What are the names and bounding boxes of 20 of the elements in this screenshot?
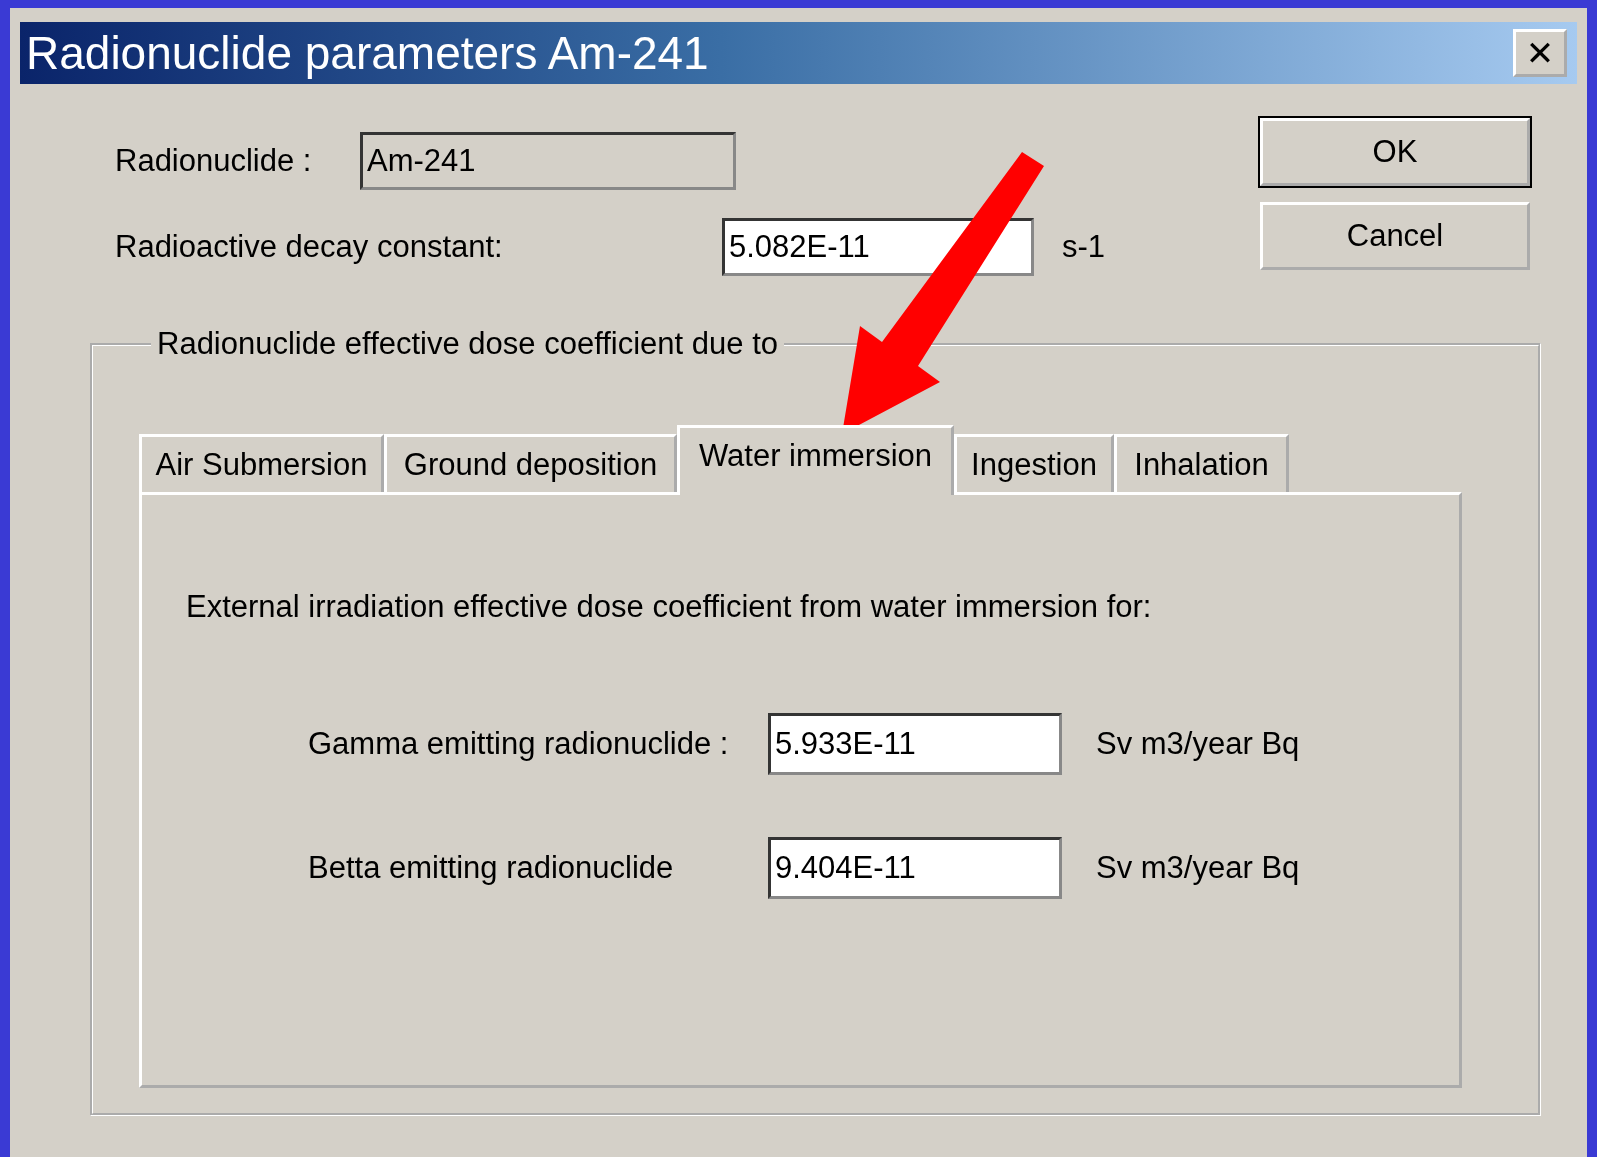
close-button[interactable]: ✕ <box>1513 29 1567 77</box>
tab[interactable]: Water immersion <box>677 425 954 495</box>
tab[interactable]: Air Submersion <box>139 434 384 492</box>
window-title: Radionuclide parameters Am-241 <box>26 26 709 80</box>
field-label: Gamma emitting radionuclide : <box>308 726 730 762</box>
ok-button[interactable]: OK <box>1260 118 1530 186</box>
field-label: Radioactive decay constant: <box>115 229 504 265</box>
unit-label: s-1 <box>1062 229 1106 265</box>
unit-label: Sv m3/year Bq <box>1096 850 1300 886</box>
cancel-button[interactable]: Cancel <box>1260 202 1530 270</box>
tab[interactable]: Ground deposition <box>384 434 677 492</box>
input-field[interactable]: 9.404E-11 <box>768 837 1062 899</box>
field-label: Betta emitting radionuclide <box>308 850 675 886</box>
panel-heading: External irradiation effective dose coefficient from water immersion for: <box>186 589 1153 625</box>
group-title: Radionuclide effective dose coefficient due to <box>156 326 779 362</box>
unit-label: Sv m3/year Bq <box>1096 726 1300 762</box>
tab[interactable]: Ingestion <box>954 434 1114 492</box>
input-field[interactable]: 5.933E-11 <box>768 713 1062 775</box>
tab[interactable]: Inhalation <box>1114 434 1289 492</box>
field-label: Radionuclide : <box>115 143 313 179</box>
